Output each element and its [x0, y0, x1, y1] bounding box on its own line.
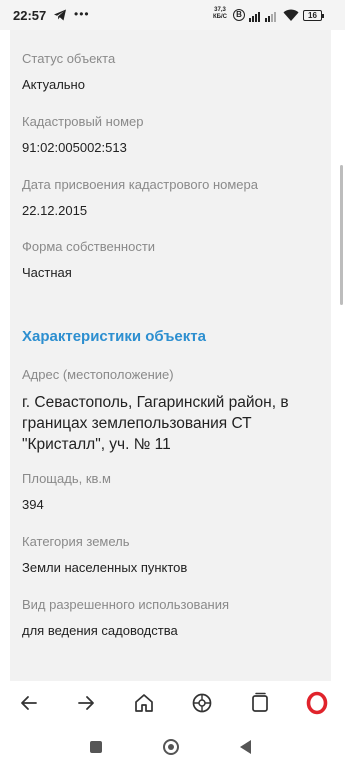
screen: 22:57 ••• 37,3 КБ/С B 16 Статус объекта … [0, 0, 345, 767]
field-value-area: 394 [22, 497, 44, 512]
field-value-address: г. Севастополь, Гагаринский район, в гра… [22, 394, 289, 453]
field-value-land-category: Земли населенных пунктов [22, 560, 188, 575]
speed-dial-icon[interactable] [190, 691, 214, 715]
field-label-area: Площадь, кв.м [22, 471, 111, 486]
system-nav-bar [0, 726, 345, 767]
net-speed: 37,3 КБ/С [213, 7, 227, 21]
field-label-cadastral: Кадастровый номер [22, 114, 144, 129]
scrollbar[interactable] [340, 165, 343, 305]
field-label-address: Адрес (местоположение) [22, 367, 174, 382]
wifi-icon [283, 9, 299, 21]
signal-icon [249, 12, 276, 22]
system-home-icon[interactable] [163, 739, 179, 755]
field-label-ownership: Форма собственности [22, 239, 156, 254]
status-bar: 22:57 ••• 37,3 КБ/С B 16 [0, 0, 345, 30]
battery-icon: 16 [303, 10, 324, 21]
field-label-permitted-use: Вид разрешенного использования [22, 597, 230, 612]
telegram-icon [54, 9, 66, 21]
tabs-icon [252, 692, 268, 712]
browser-nav-bar [0, 681, 345, 726]
field-value-status: Актуально [22, 77, 85, 92]
field-label-date: Дата присвоения кадастрового номера [22, 177, 258, 192]
opera-icon[interactable] [305, 691, 329, 715]
back-arrow-icon[interactable] [17, 691, 41, 715]
bluetooth-icon: B [233, 9, 245, 21]
system-back-icon[interactable] [240, 740, 251, 754]
net-speed-unit: КБ/С [213, 14, 227, 20]
field-value-date: 22.12.2015 [22, 203, 88, 218]
tabs-button[interactable] [248, 691, 272, 715]
forward-arrow-icon[interactable] [74, 691, 98, 715]
home-icon[interactable] [132, 691, 156, 715]
field-value-cadastral: 91:02:005002:513 [22, 140, 127, 155]
recents-icon[interactable] [90, 741, 102, 753]
status-more: ••• [74, 7, 90, 21]
field-value-ownership: Частная [22, 265, 72, 280]
field-label-land-category: Категория земель [22, 534, 130, 549]
field-value-permitted-use: для ведения садоводства [22, 623, 178, 638]
status-time: 22:57 [13, 8, 47, 23]
section-title: Характеристики объекта [22, 328, 206, 345]
net-speed-value: 37,3 [214, 7, 226, 13]
field-label-status: Статус объекта [22, 51, 116, 66]
